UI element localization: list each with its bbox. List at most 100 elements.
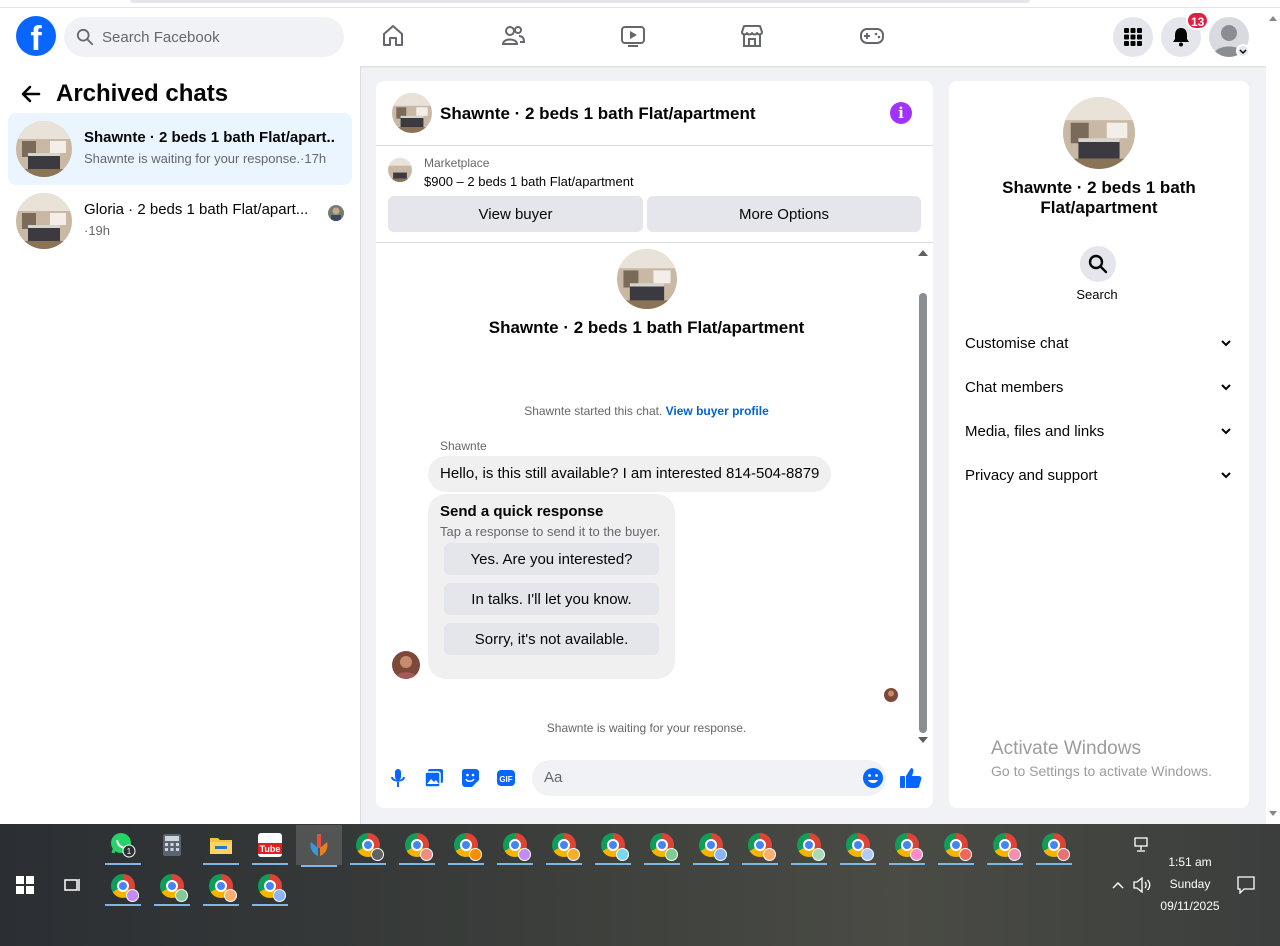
chrome-profile-icon[interactable]: [838, 827, 878, 865]
whatsapp-icon[interactable]: 1: [103, 827, 143, 865]
like-icon[interactable]: [899, 766, 923, 790]
conversation-title[interactable]: Shawnte · 2 beds 1 bath Flat/apartment: [440, 104, 756, 124]
facebook-logo[interactable]: f: [16, 16, 56, 56]
sender-name: Shawnte: [440, 439, 487, 453]
bell-icon: [1173, 28, 1189, 47]
chrome-profile-icon[interactable]: [642, 827, 682, 865]
chrome-profile-icon[interactable]: [887, 827, 927, 865]
chat-list-item[interactable]: Shawnte · 2 beds 1 bath Flat/apart... Sh…: [8, 113, 352, 185]
message-bubble[interactable]: Hello, is this still available? I am int…: [428, 456, 832, 492]
windows-start-icon[interactable]: [5, 867, 45, 903]
scroll-down-arrow[interactable]: [1269, 811, 1277, 816]
view-buyer-profile-link[interactable]: View buyer profile: [666, 404, 769, 418]
chrome-profile-icon[interactable]: [691, 827, 731, 865]
microphone-icon[interactable]: [388, 768, 408, 788]
youtube-downloader-icon[interactable]: Tube: [250, 827, 290, 865]
listing-price-title[interactable]: $900 – 2 beds 1 bath Flat/apartment: [424, 174, 634, 189]
chrome-profile-icon[interactable]: [544, 827, 584, 865]
grid-icon: [1124, 28, 1142, 46]
view-buyer-button[interactable]: View buyer: [388, 196, 643, 232]
emoji-icon[interactable]: [862, 767, 884, 789]
scroll-up-arrow[interactable]: [1269, 16, 1277, 21]
file-explorer-icon[interactable]: [201, 827, 241, 865]
youtube-label: Tube: [260, 844, 281, 854]
clock-day[interactable]: Sunday: [1150, 877, 1230, 891]
home-icon[interactable]: [379, 22, 407, 50]
search-icon: [76, 28, 94, 46]
gif-icon[interactable]: GIF: [496, 768, 516, 788]
chrome-profile-icon[interactable]: [152, 868, 192, 906]
marketplace-icon[interactable]: [738, 22, 766, 50]
chrome-profile-icon[interactable]: [446, 827, 486, 865]
search-input[interactable]: [102, 28, 322, 46]
chevron-down-icon[interactable]: [1236, 44, 1250, 58]
chrome-profile-icon[interactable]: [1034, 827, 1074, 865]
search-box[interactable]: [64, 17, 344, 57]
chrome-profile-icon[interactable]: [740, 827, 780, 865]
sender-avatar[interactable]: [392, 651, 420, 679]
gaming-icon[interactable]: [858, 22, 886, 50]
scroll-up-arrow[interactable]: [918, 250, 928, 256]
chat-members-section[interactable]: Chat members: [965, 367, 1233, 407]
chrome-profile-icon[interactable]: [250, 868, 290, 906]
archived-chats-panel: Archived chats Shawnte · 2 beds 1 bath F…: [0, 66, 361, 824]
chevron-down-icon: [1221, 384, 1231, 391]
info-icon[interactable]: i: [890, 102, 912, 124]
message-input[interactable]: [544, 769, 844, 786]
scrollbar-thumb[interactable]: [919, 293, 927, 733]
menu-grid-button[interactable]: [1113, 17, 1153, 57]
chrome-profile-icon[interactable]: [593, 827, 633, 865]
customise-chat-section[interactable]: Customise chat: [965, 323, 1233, 363]
seen-avatar: [884, 688, 898, 702]
chrome-profile-icon[interactable]: [789, 827, 829, 865]
section-label: Privacy and support: [965, 466, 1098, 484]
listing-thumbnail: [16, 193, 72, 249]
paint-app-icon[interactable]: [296, 825, 342, 867]
scroll-down-arrow[interactable]: [918, 737, 928, 743]
notification-center-icon[interactable]: [1228, 867, 1264, 903]
chrome-profile-icon[interactable]: [397, 827, 437, 865]
thread-title: Shawnte · 2 beds 1 bath Flat/apartment: [488, 318, 805, 337]
quick-reply-button[interactable]: Sorry, it's not available.: [444, 623, 659, 655]
chat-name: Shawnte · 2 beds 1 bath Flat/apart...: [84, 129, 334, 146]
chrome-profile-icon[interactable]: [348, 827, 388, 865]
chrome-profile-icon[interactable]: [201, 868, 241, 906]
svg-text:GIF: GIF: [499, 775, 512, 784]
quick-reply-button[interactable]: In talks. I'll let you know.: [444, 583, 659, 615]
listing-thumbnail[interactable]: [392, 93, 432, 133]
chrome-profile-icon[interactable]: [103, 868, 143, 906]
search-label: Search: [1076, 287, 1118, 302]
sticker-icon[interactable]: [460, 768, 480, 788]
page-scrollbar[interactable]: [1266, 8, 1280, 824]
top-navigation-bar: f 13: [0, 8, 1266, 66]
task-view-icon[interactable]: [52, 867, 92, 903]
clock-time[interactable]: 1:51 am: [1150, 855, 1230, 869]
watermark-line: Activate Windows: [991, 738, 1141, 759]
quick-reply-button[interactable]: Yes. Are you interested?: [444, 543, 659, 575]
top-scroll-hint: [130, 0, 1030, 3]
photo-icon[interactable]: [424, 768, 444, 788]
chat-details-panel: Shawnte · 2 beds 1 bath Flat/apartment S…: [949, 81, 1249, 808]
message-composer: GIF: [376, 753, 933, 803]
chat-list-item[interactable]: Gloria · 2 beds 1 bath Flat/apart... ·19…: [8, 185, 352, 257]
friends-icon[interactable]: [499, 22, 527, 50]
windows-taskbar: 1 Tube 1:51 am Sunday 09/11/2025: [0, 824, 1280, 946]
section-label: Chat members: [965, 378, 1064, 396]
back-arrow-icon[interactable]: [20, 83, 42, 105]
privacy-support-section[interactable]: Privacy and support: [965, 455, 1233, 495]
thread-scrollbar[interactable]: [917, 248, 929, 743]
search-in-conversation-button[interactable]: [1080, 246, 1116, 282]
chrome-profile-icon[interactable]: [495, 827, 535, 865]
chat-preview: ·19h: [84, 223, 111, 238]
calculator-icon[interactable]: [152, 827, 192, 863]
more-options-button[interactable]: More Options: [647, 196, 921, 232]
message-input-box[interactable]: [532, 760, 886, 796]
media-files-links-section[interactable]: Media, files and links: [965, 411, 1233, 451]
chrome-profile-icon[interactable]: [985, 827, 1025, 865]
chrome-profile-icon[interactable]: [936, 827, 976, 865]
message-thread: Shawnte · 2 beds 1 bath Flat/apartment S…: [376, 243, 933, 743]
quick-response-title: Send a quick response: [440, 503, 604, 520]
clock-date[interactable]: 09/11/2025: [1150, 899, 1230, 913]
video-icon[interactable]: [619, 22, 647, 50]
listing-thumbnail: [16, 121, 72, 177]
